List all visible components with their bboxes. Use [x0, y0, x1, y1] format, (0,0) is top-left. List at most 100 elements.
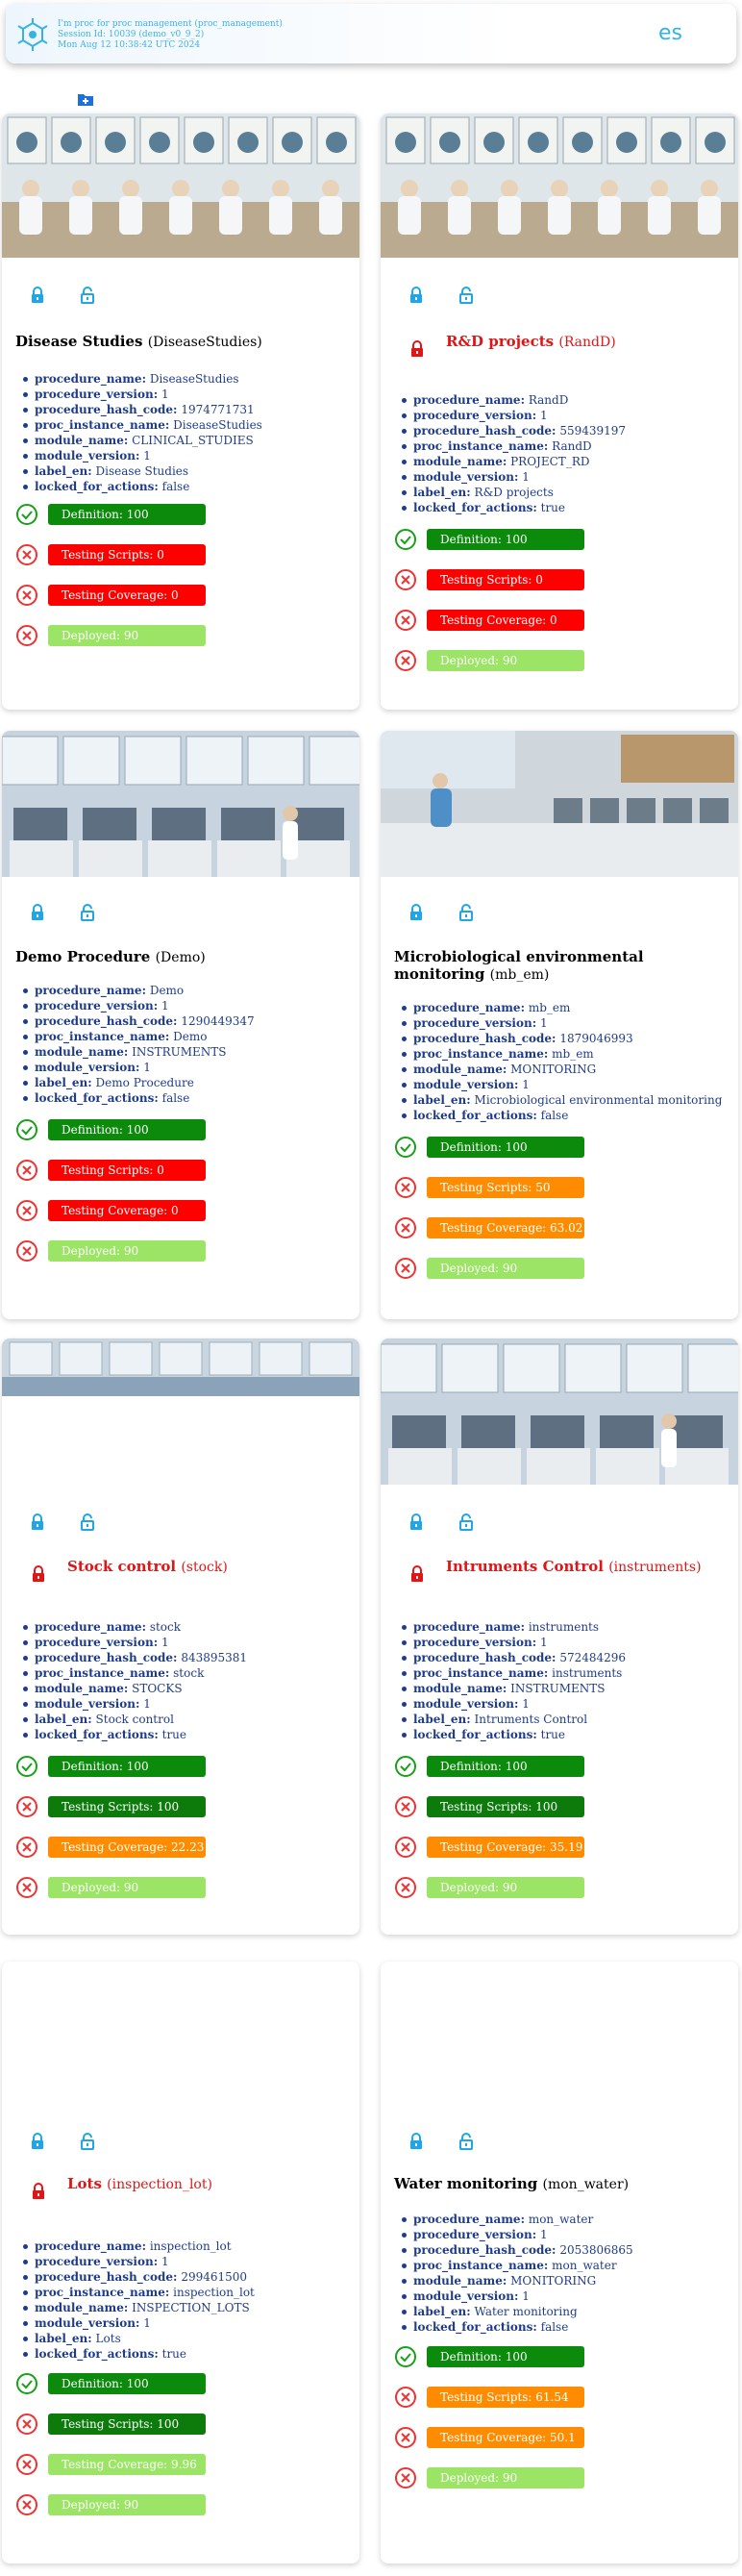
property-item: procedure_name: instruments: [400, 1619, 626, 1635]
property-key: procedure_name:: [413, 393, 525, 407]
property-item: procedure_version: 1: [21, 998, 255, 1013]
metric-row: Testing Coverage: 0: [15, 583, 206, 608]
cross-circle-icon: [15, 584, 38, 607]
procedure-title: Microbiological environmental monitoring…: [394, 948, 727, 983]
check-circle-icon: [394, 2345, 417, 2368]
property-value: Water monitoring: [474, 2305, 578, 2318]
property-item: procedure_hash_code: 843895381: [21, 1650, 247, 1665]
metric-badge: Testing Scripts: 100: [48, 1796, 206, 1817]
lock-icon[interactable]: [408, 1513, 425, 1535]
lock-icon[interactable]: [29, 2133, 46, 2154]
property-key: procedure_version:: [413, 1016, 537, 1030]
lock-icon[interactable]: [29, 904, 46, 925]
property-key: module_name:: [35, 2301, 129, 2314]
procedure-name: Intruments Control: [446, 1558, 604, 1575]
property-key: procedure_name:: [35, 1620, 146, 1634]
property-value: Disease Studies: [95, 464, 189, 478]
lock-icon[interactable]: [29, 287, 46, 308]
procedure-card[interactable]: Water monitoring (mon_water) procedure_na…: [381, 1962, 738, 2563]
property-key: label_en:: [35, 1713, 92, 1726]
property-item: module_name: INSTRUMENTS: [400, 1681, 626, 1696]
metric-row: Definition: 100: [15, 1754, 206, 1779]
cross-circle-icon: [15, 2493, 38, 2516]
cross-circle-icon: [394, 1836, 417, 1859]
metric-row: Deployed: 90: [15, 1238, 206, 1263]
procedure-card[interactable]: Lots (inspection_lot) procedure_name: ins…: [2, 1962, 359, 2563]
property-key: module_version:: [413, 1697, 519, 1711]
property-value: INSTRUMENTS: [132, 1045, 227, 1059]
lock-icon[interactable]: [408, 904, 425, 925]
procedure-title: Water monitoring (mon_water): [394, 2175, 727, 2192]
property-value: mb_em: [528, 1001, 571, 1014]
property-value: 572484296: [559, 1651, 627, 1664]
metric-badge: Definition: 100: [48, 504, 206, 525]
procedure-card[interactable]: Disease Studies (DiseaseStudies) procedur…: [2, 113, 359, 710]
procedure-code: (stock): [181, 1560, 228, 1575]
locked-icon: [31, 2183, 46, 2200]
cross-circle-icon: [15, 2413, 38, 2436]
metric-badge: Testing Coverage: 0: [48, 1200, 206, 1221]
card-actions: [29, 904, 96, 925]
add-procedure-icon[interactable]: [77, 90, 94, 108]
property-value: 1: [522, 2289, 530, 2303]
property-item: procedure_hash_code: 559439197: [400, 423, 626, 438]
property-item: procedure_version: 1: [21, 2254, 255, 2269]
procedure-title: Intruments Control (instruments): [446, 1558, 727, 1575]
lock-icon[interactable]: [408, 2133, 425, 2154]
property-key: locked_for_actions:: [413, 2320, 537, 2334]
procedure-properties: procedure_name: DiseaseStudies procedure_…: [21, 371, 262, 494]
property-value: Intruments Control: [474, 1713, 588, 1726]
property-value: 1: [143, 1697, 151, 1711]
property-item: locked_for_actions: false: [21, 479, 262, 494]
procedure-card[interactable]: R&D projects (RandD) procedure_name: Rand…: [381, 113, 738, 710]
property-key: label_en:: [413, 486, 471, 499]
metric-badge: Definition: 100: [48, 1119, 206, 1140]
unlock-icon[interactable]: [79, 2133, 96, 2154]
property-key: proc_instance_name:: [35, 1030, 170, 1043]
procedure-card[interactable]: Demo Procedure (Demo) procedure_name: Dem…: [2, 731, 359, 1319]
language-toggle[interactable]: es: [658, 21, 682, 45]
property-item: module_name: MONITORING: [400, 2273, 633, 2288]
procedure-card[interactable]: Stock control (stock) procedure_name: sto…: [2, 1338, 359, 1935]
property-key: module_name:: [35, 1682, 129, 1695]
property-item: proc_instance_name: DiseaseStudies: [21, 417, 262, 433]
metric-row: Testing Coverage: 0: [15, 1198, 206, 1223]
session-info: I'm proc for proc management (proc_manag…: [58, 19, 283, 51]
unlock-icon[interactable]: [458, 904, 475, 925]
unlock-icon[interactable]: [79, 904, 96, 925]
property-key: module_name:: [413, 1063, 507, 1076]
procedure-card[interactable]: Intruments Control (instruments) procedur…: [381, 1338, 738, 1935]
property-key: module_version:: [35, 1061, 140, 1074]
unlock-icon[interactable]: [79, 1513, 96, 1535]
property-value: 1: [522, 470, 530, 484]
metric-row: Deployed: 90: [394, 2465, 584, 2490]
metric-row: Deployed: 90: [394, 1875, 584, 1900]
unlock-icon[interactable]: [458, 287, 475, 308]
property-key: module_version:: [35, 1697, 140, 1711]
property-key: locked_for_actions:: [413, 501, 537, 514]
metric-row: Testing Scripts: 100: [15, 2412, 206, 2437]
property-value: inspection_lot: [173, 2286, 255, 2299]
property-value: Demo Procedure: [95, 1076, 194, 1089]
metric-badge: Deployed: 90: [48, 2494, 206, 2515]
property-value: MONITORING: [510, 2274, 597, 2288]
property-value: 1: [522, 1697, 530, 1711]
property-item: proc_instance_name: inspection_lot: [21, 2285, 255, 2300]
unlock-icon[interactable]: [79, 287, 96, 308]
unlock-icon[interactable]: [458, 2133, 475, 2154]
card-actions: [29, 2133, 96, 2154]
property-key: locked_for_actions:: [413, 1728, 537, 1741]
unlock-icon[interactable]: [458, 1513, 475, 1535]
cross-circle-icon: [15, 1159, 38, 1182]
lock-icon[interactable]: [29, 1513, 46, 1535]
property-key: procedure_version:: [35, 1636, 159, 1649]
property-value: 299461500: [181, 2270, 248, 2284]
property-key: module_name:: [35, 1045, 129, 1059]
lock-icon[interactable]: [408, 287, 425, 308]
property-value: mon_water: [552, 2259, 617, 2272]
procedure-card[interactable]: Microbiological environmental monitoring…: [381, 731, 738, 1319]
metric-badge: Definition: 100: [48, 1756, 206, 1777]
card-actions: [408, 904, 475, 925]
metric-badge: Testing Scripts: 61.54: [427, 2387, 584, 2408]
card-actions: [29, 1513, 96, 1535]
